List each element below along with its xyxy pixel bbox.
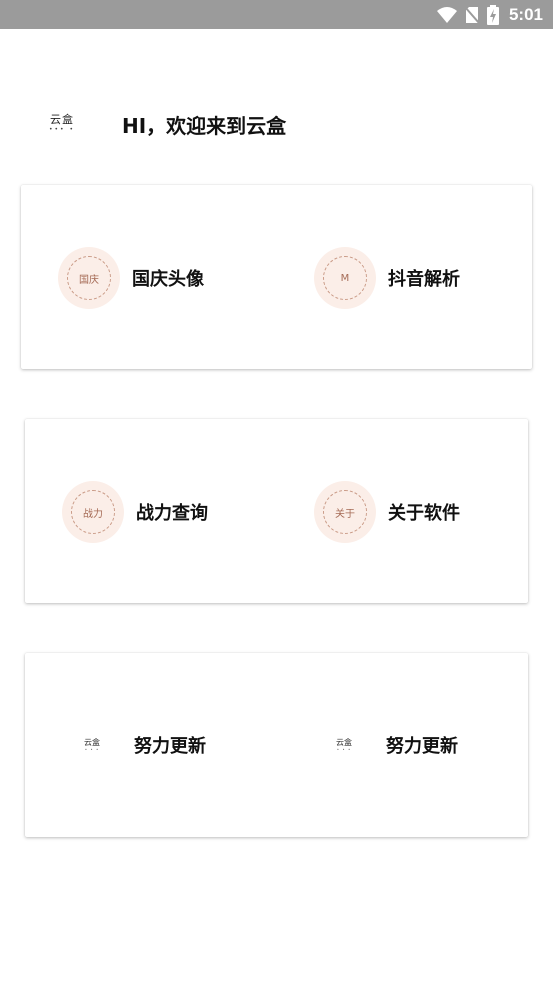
no-sim-icon xyxy=(464,5,479,24)
menu-item-power-query[interactable]: 战力 战力查询 xyxy=(62,481,208,543)
app-logo-small: 云盒 • • • xyxy=(80,733,104,757)
menu-card-1: 国庆 国庆头像 M 抖音解析 xyxy=(21,185,532,369)
icon-text: 关于 xyxy=(323,490,367,534)
menu-item-label: 努力更新 xyxy=(386,736,458,757)
battery-charging-icon xyxy=(486,4,499,25)
menu-item-label: 国庆头像 xyxy=(132,269,204,290)
about-icon: 关于 xyxy=(314,481,376,543)
logo-text: 云盒 xyxy=(336,738,352,747)
menu-item-coming-soon-1[interactable]: 云盒 • • • 努力更新 xyxy=(62,732,206,758)
wifi-icon xyxy=(436,6,457,23)
menu-item-coming-soon-2[interactable]: 云盒 • • • 努力更新 xyxy=(314,732,458,758)
greeting-title: HI，欢迎来到云盒 xyxy=(122,113,287,138)
national-day-icon: 国庆 xyxy=(58,247,120,309)
logo-dots: • • • xyxy=(336,747,352,752)
menu-item-label: 战力查询 xyxy=(136,503,208,524)
app-logo-small: 云盒 • • • xyxy=(332,733,356,757)
logo-text: 云盒 xyxy=(50,113,74,126)
menu-item-label: 关于软件 xyxy=(388,503,460,524)
logo-dots: ••• • xyxy=(48,126,76,133)
power-icon: 战力 xyxy=(62,481,124,543)
menu-item-label: 努力更新 xyxy=(134,736,206,757)
menu-item-douyin-parse[interactable]: M 抖音解析 xyxy=(314,247,460,309)
icon-text: 国庆 xyxy=(67,256,111,300)
menu-item-national-day-avatar[interactable]: 国庆 国庆头像 xyxy=(58,247,204,309)
status-time: 5:01 xyxy=(508,4,543,24)
logo-text: 云盒 xyxy=(84,738,100,747)
icon-text: 战力 xyxy=(71,490,115,534)
app-logo: 云盒 ••• • xyxy=(44,106,80,142)
menu-card-2: 战力 战力查询 关于 关于软件 xyxy=(25,419,528,603)
menu-item-about[interactable]: 关于 关于软件 xyxy=(314,481,460,543)
header: 云盒 ••• • HI，欢迎来到云盒 xyxy=(44,104,286,144)
icon-text: M xyxy=(323,256,367,300)
status-bar: 5:01 xyxy=(0,0,553,29)
logo-dots: • • • xyxy=(84,747,100,752)
menu-card-3: 云盒 • • • 努力更新 云盒 • • • 努力更新 xyxy=(25,653,528,837)
douyin-icon: M xyxy=(314,247,376,309)
menu-item-label: 抖音解析 xyxy=(388,269,460,290)
